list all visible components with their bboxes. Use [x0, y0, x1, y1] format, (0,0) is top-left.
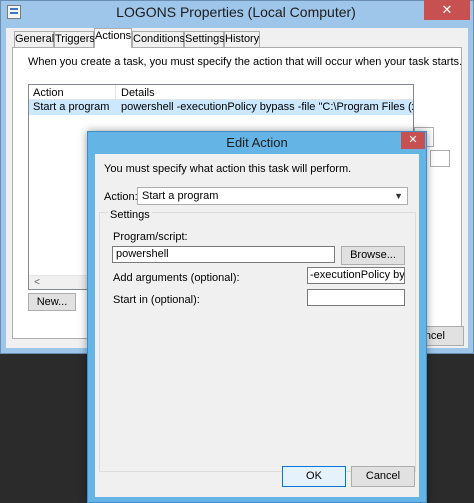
table-row[interactable]: Start a program powershell -executionPol… — [29, 100, 413, 115]
parent-close-button[interactable]: ✕ — [424, 0, 470, 20]
dialog-close-button[interactable]: ✕ — [401, 132, 425, 149]
program-script-input[interactable]: powershell — [112, 246, 335, 263]
column-header-details[interactable]: Details — [121, 87, 155, 99]
row-action-cell: Start a program — [33, 101, 110, 113]
settings-group-label: Settings — [108, 209, 152, 221]
action-label: Action: — [104, 191, 138, 203]
column-header-action[interactable]: Action — [33, 87, 64, 99]
ok-button[interactable]: OK — [282, 466, 346, 487]
dialog-title: Edit Action — [226, 135, 288, 150]
chevron-down-icon[interactable]: ▼ — [394, 188, 403, 204]
tab-conditions[interactable]: Conditions — [132, 31, 185, 47]
start-in-label: Start in (optional): — [113, 294, 200, 306]
column-separator[interactable] — [115, 85, 116, 100]
new-action-button[interactable]: New... — [28, 293, 76, 311]
tab-triggers[interactable]: Triggers — [54, 31, 95, 47]
browse-button[interactable]: Browse... — [341, 246, 405, 265]
start-in-input[interactable] — [307, 289, 405, 306]
action-select-value: Start a program — [142, 190, 219, 202]
arguments-input[interactable]: -executionPolicy bypass — [307, 267, 405, 284]
tab-general[interactable]: General — [14, 31, 54, 47]
dialog-message: You must specify what action this task w… — [104, 163, 352, 175]
program-script-label: Program/script: — [113, 231, 188, 243]
list-header: Action Details — [29, 85, 413, 100]
row-details-cell: powershell -executionPolicy bypass -file… — [121, 101, 413, 113]
action-select[interactable]: Start a program ▼ — [137, 187, 408, 205]
scroll-left-arrow-icon[interactable]: < — [31, 276, 43, 289]
tab-settings[interactable]: Settings — [184, 31, 225, 47]
actions-description: When you create a task, you must specify… — [28, 56, 463, 68]
task-properties-icon — [7, 5, 21, 19]
cancel-button[interactable]: Cancel — [351, 466, 415, 487]
move-down-button[interactable] — [430, 150, 450, 167]
arguments-label: Add arguments (optional): — [113, 272, 240, 284]
tab-history[interactable]: History — [224, 31, 260, 47]
tab-actions[interactable]: Actions — [94, 28, 132, 48]
parent-window-title: LOGONS Properties (Local Computer) — [116, 4, 356, 20]
